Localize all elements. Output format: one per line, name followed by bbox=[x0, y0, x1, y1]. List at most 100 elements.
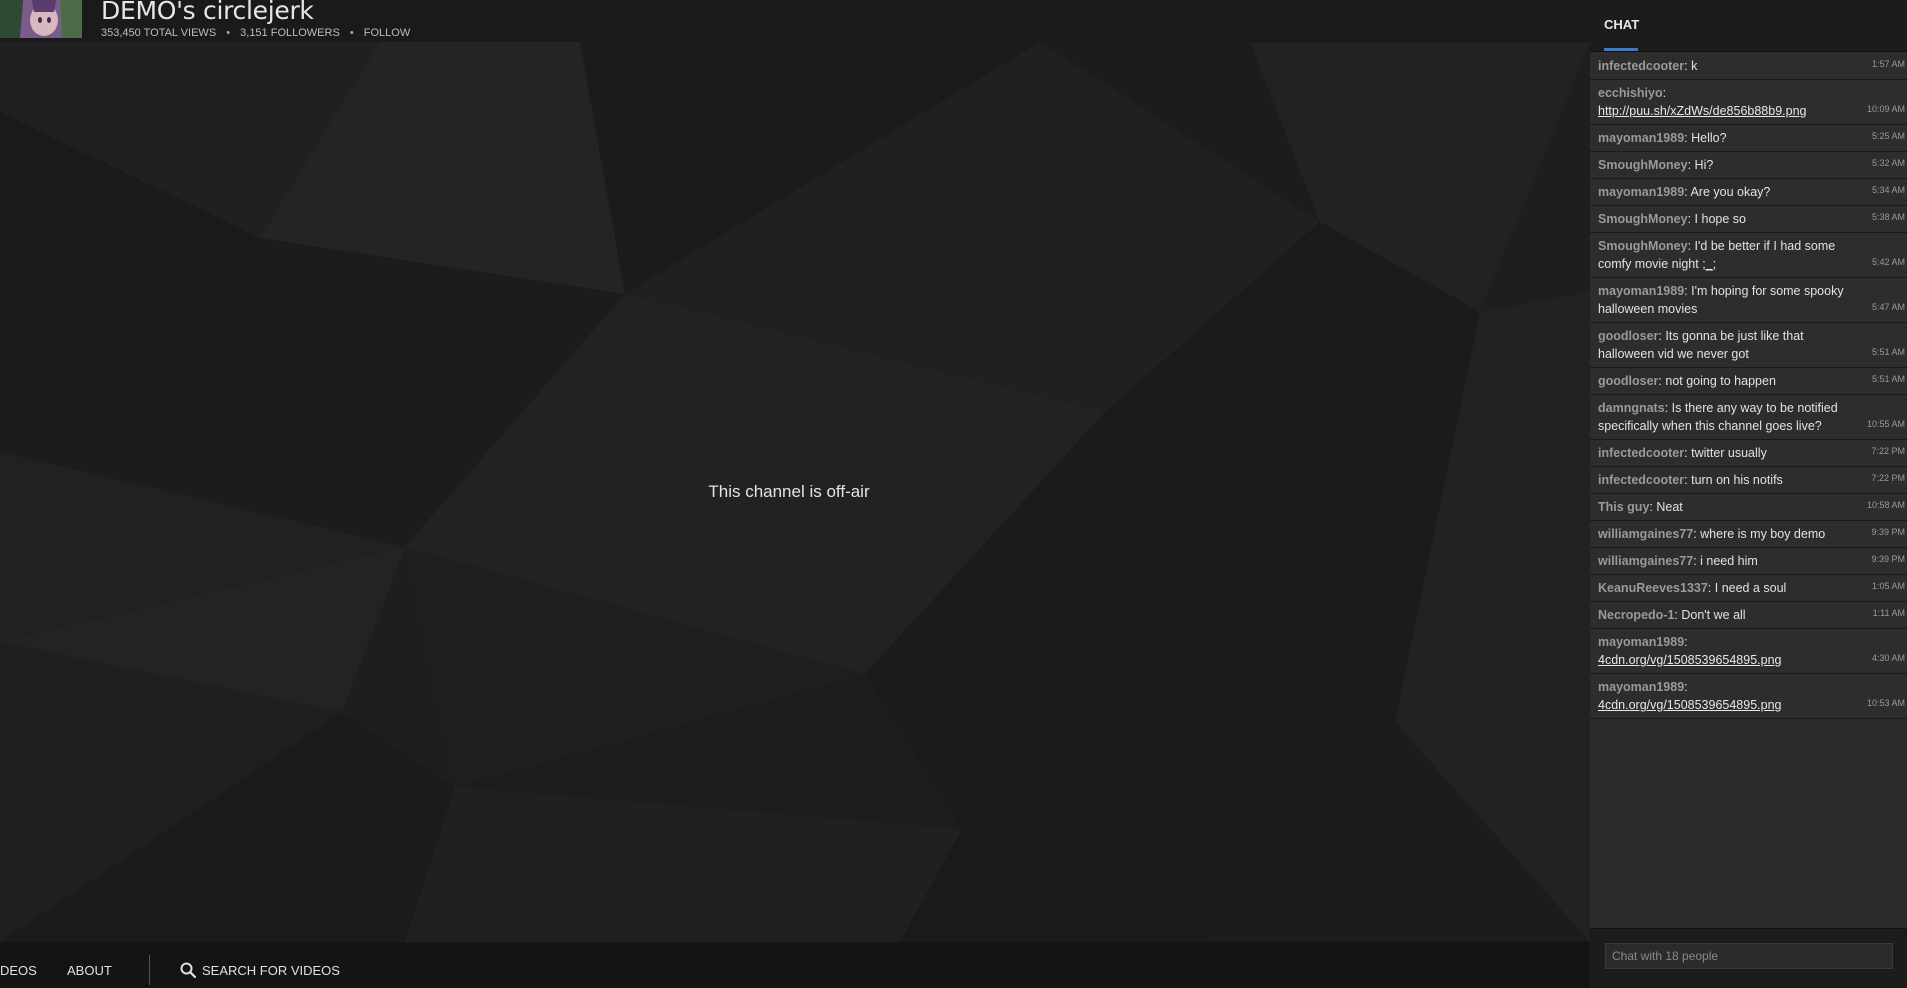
chat-timestamp: 9:39 PM bbox=[1871, 554, 1905, 564]
chat-timestamp: 5:47 AM bbox=[1871, 302, 1905, 312]
chat-message-text: Don't we all bbox=[1681, 608, 1746, 622]
chat-message-text: i need him bbox=[1700, 554, 1758, 568]
chat-username[interactable]: mayoman1989 bbox=[1598, 185, 1684, 199]
chat-username[interactable]: SmoughMoney bbox=[1598, 239, 1688, 253]
chat-input[interactable] bbox=[1605, 943, 1893, 969]
chat-message: damngnats: Is there any way to be notifi… bbox=[1590, 395, 1907, 440]
chat-timestamp: 7:22 PM bbox=[1871, 473, 1905, 483]
chat-username[interactable]: KeanuReeves1337 bbox=[1598, 581, 1708, 595]
chat-message: SmoughMoney: I hope so 5:38 AM bbox=[1590, 206, 1907, 233]
chat-username[interactable]: ecchishiyo bbox=[1598, 86, 1663, 100]
chat-message: mayoman1989: I'm hoping for some spooky … bbox=[1590, 278, 1907, 323]
chat-message-text: Hello? bbox=[1691, 131, 1727, 145]
chat-timestamp: 7:22 PM bbox=[1871, 446, 1905, 456]
chat-message: ecchishiyo: http://puu.sh/xZdWs/de856b88… bbox=[1590, 80, 1907, 125]
chat-footer bbox=[1590, 928, 1907, 988]
chat-timestamp: 10:53 AM bbox=[1866, 698, 1905, 708]
chat-message: KeanuReeves1337: I need a soul 1:05 AM bbox=[1590, 575, 1907, 602]
chat-message-link[interactable]: 4cdn.org/vg/1508539654895.png bbox=[1598, 653, 1782, 667]
nav-videos[interactable]: DEOS bbox=[0, 963, 37, 978]
chat-message-text: not going to happen bbox=[1665, 374, 1776, 388]
chat-message: This guy: Neat 10:58 AM bbox=[1590, 494, 1907, 521]
chat-username[interactable]: damngnats bbox=[1598, 401, 1665, 415]
stats-separator: • bbox=[226, 27, 231, 39]
nav-about[interactable]: ABOUT bbox=[67, 963, 112, 978]
chat-message: SmoughMoney: I'd be better if I had some… bbox=[1590, 233, 1907, 278]
chat-username[interactable]: mayoman1989 bbox=[1598, 680, 1684, 694]
chat-username[interactable]: SmoughMoney bbox=[1598, 158, 1688, 172]
chat-timestamp: 10:55 AM bbox=[1866, 419, 1905, 429]
chat-timestamp: 9:39 PM bbox=[1871, 527, 1905, 537]
followers-count: 3,151 FOLLOWERS bbox=[240, 27, 340, 39]
chat-timestamp: 4:30 AM bbox=[1871, 653, 1905, 663]
chat-username[interactable]: williamgaines77 bbox=[1598, 554, 1693, 568]
search-icon[interactable] bbox=[180, 962, 196, 978]
chat-message-link[interactable]: http://puu.sh/xZdWs/de856b88b9.png bbox=[1598, 104, 1806, 118]
chat-message-text: Are you okay? bbox=[1690, 185, 1771, 199]
chat-message: infectedcooter: k 1:57 AM bbox=[1590, 53, 1907, 80]
chat-message: goodloser: not going to happen 5:51 AM bbox=[1590, 368, 1907, 395]
channel-title: DEMO's circlejerk bbox=[101, 0, 314, 25]
chat-message-text: I need a soul bbox=[1714, 581, 1787, 595]
video-player[interactable]: This channel is off-air bbox=[0, 42, 1590, 942]
chat-timestamp: 5:25 AM bbox=[1871, 131, 1905, 141]
chat-message-link[interactable]: 4cdn.org/vg/1508539654895.png bbox=[1598, 698, 1782, 712]
chat-timestamp: 1:57 AM bbox=[1871, 59, 1905, 69]
chat-timestamp: 1:11 AM bbox=[1872, 608, 1905, 618]
chat-username[interactable]: Necropedo-1 bbox=[1598, 608, 1674, 622]
chat-message: infectedcooter: twitter usually 7:22 PM bbox=[1590, 440, 1907, 467]
chat-username[interactable]: infectedcooter bbox=[1598, 59, 1684, 73]
chat-username[interactable]: mayoman1989 bbox=[1598, 131, 1684, 145]
chat-message: infectedcooter: turn on his notifs 7:22 P… bbox=[1590, 467, 1907, 494]
chat-header: CHAT bbox=[1590, 0, 1907, 52]
channel-header: DEMO's circlejerk 353,450 TOTAL VIEWS • … bbox=[0, 0, 1590, 42]
chat-message-text: turn on his notifs bbox=[1691, 473, 1783, 487]
chat-message: mayoman1989: 4cdn.org/vg/1508539654895.p… bbox=[1590, 629, 1907, 674]
total-views: 353,450 TOTAL VIEWS bbox=[101, 27, 217, 39]
channel-nav: DEOS ABOUT SEARCH FOR VIDEOS bbox=[0, 942, 1590, 987]
chat-messages[interactable]: infectedcooter: k 1:57 AM ecchishiyo: http… bbox=[1590, 53, 1907, 719]
chat-message-link[interactable]: ;_; bbox=[1702, 257, 1716, 271]
chat-message: mayoman1989: Are you okay? 5:34 AM bbox=[1590, 179, 1907, 206]
chat-message-text: Hi? bbox=[1694, 158, 1714, 172]
offair-message: This channel is off-air bbox=[708, 482, 870, 501]
chat-message: SmoughMoney: Hi? 5:32 AM bbox=[1590, 152, 1907, 179]
chat-username[interactable]: infectedcooter bbox=[1598, 446, 1684, 460]
chat-timestamp: 10:58 AM bbox=[1866, 500, 1905, 510]
chat-username[interactable]: goodloser bbox=[1598, 374, 1658, 388]
chat-username[interactable]: infectedcooter bbox=[1598, 473, 1684, 487]
chat-timestamp: 5:32 AM bbox=[1871, 158, 1905, 168]
chat-message-text: k bbox=[1691, 59, 1698, 73]
nav-divider bbox=[149, 955, 150, 985]
chat-message: goodloser: Its gonna be just like that h… bbox=[1590, 323, 1907, 368]
chat-message: Necropedo-1: Don't we all 1:11 AM bbox=[1590, 602, 1907, 629]
chat-username[interactable]: williamgaines77 bbox=[1598, 527, 1693, 541]
chat-timestamp: 5:42 AM bbox=[1871, 257, 1905, 267]
chat-message: williamgaines77: where is my boy demo 9:3… bbox=[1590, 521, 1907, 548]
chat-username[interactable]: goodloser bbox=[1598, 329, 1658, 343]
chat-timestamp: 5:51 AM bbox=[1871, 347, 1905, 357]
chat-message-text: twitter usually bbox=[1691, 446, 1767, 460]
tab-chat[interactable]: CHAT bbox=[1604, 17, 1639, 32]
search-videos-button[interactable]: SEARCH FOR VIDEOS bbox=[202, 963, 340, 978]
chat-username[interactable]: mayoman1989 bbox=[1598, 635, 1684, 649]
chat-panel: CHAT infectedcooter: k 1:57 AM ecchishiyo:… bbox=[1590, 0, 1907, 988]
chat-message: mayoman1989: Hello? 5:25 AM bbox=[1590, 125, 1907, 152]
chat-message: williamgaines77: i need him 9:39 PM bbox=[1590, 548, 1907, 575]
chat-timestamp: 5:51 AM bbox=[1871, 374, 1905, 384]
active-tab-indicator bbox=[1604, 48, 1638, 51]
chat-timestamp: 5:34 AM bbox=[1871, 185, 1905, 195]
stats-separator: • bbox=[349, 27, 354, 39]
chat-message-text: Neat bbox=[1656, 500, 1683, 514]
chat-timestamp: 10:09 AM bbox=[1866, 104, 1905, 114]
chat-message: mayoman1989: 4cdn.org/vg/1508539654895.p… bbox=[1590, 674, 1907, 719]
channel-avatar[interactable] bbox=[0, 0, 82, 38]
chat-username[interactable]: SmoughMoney bbox=[1598, 212, 1688, 226]
chat-username[interactable]: mayoman1989 bbox=[1598, 284, 1684, 298]
chat-message-text: I hope so bbox=[1694, 212, 1746, 226]
chat-username[interactable]: This guy bbox=[1598, 500, 1649, 514]
chat-timestamp: 1:05 AM bbox=[1871, 581, 1905, 591]
follow-button[interactable]: FOLLOW bbox=[364, 27, 410, 39]
chat-timestamp: 5:38 AM bbox=[1871, 212, 1905, 222]
channel-stats: 353,450 TOTAL VIEWS • 3,151 FOLLOWERS • … bbox=[101, 27, 410, 39]
